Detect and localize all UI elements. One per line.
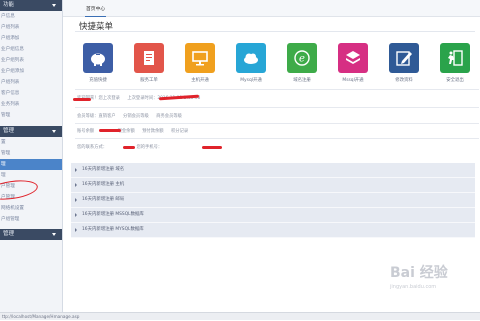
sidebar: 功能 户信息 户组列表 户组添加 业户组信息 业户组列表 业户组添加 户组列表 客户信息 业务列… (0, 0, 63, 312)
sidebar-item[interactable]: 业务列表 (0, 99, 62, 110)
sidebar-item[interactable]: 户信息 (0, 11, 62, 22)
exit-icon[interactable] (440, 43, 470, 73)
sidebar-section-header[interactable]: 管理 (0, 229, 62, 240)
sidebar-item[interactable]: 户组列表 (0, 77, 62, 88)
reseller-level[interactable]: 分销会员等级 (123, 114, 149, 119)
document-icon[interactable] (134, 43, 164, 73)
status-bar: ttp://localhost/Manage/Hmanage.asp (0, 312, 480, 320)
baidu-jingyan-watermark: Bai 经验 jingyan.baidu.com (390, 262, 472, 302)
sidebar-item[interactable]: 管理 (0, 110, 62, 121)
e-letter-icon[interactable]: e (287, 43, 317, 73)
cloud-icon[interactable] (236, 43, 266, 73)
notice-row[interactable]: 16天内新增注册 MYSQL数据库 (71, 223, 475, 238)
sidebar-item[interactable]: 业户组列表 (0, 55, 62, 66)
watermark-url: jingyan.baidu.com (390, 284, 437, 290)
quick-tile-label: 主机开通 (191, 78, 209, 83)
expand-arrow-icon[interactable] (75, 213, 77, 217)
sidebar-item[interactable]: 理 (0, 159, 62, 170)
quick-tile-label: 域名注册 (293, 78, 311, 83)
red-scribble (99, 129, 121, 132)
red-scribble (73, 98, 91, 101)
chevron-down-icon[interactable] (52, 130, 56, 133)
notice-title: 16天内新增注册 MSSQL数据库 (82, 212, 144, 217)
sidebar-item[interactable]: 户组添加 (0, 33, 62, 44)
expand-arrow-icon[interactable] (75, 183, 77, 187)
expand-arrow-icon[interactable] (75, 228, 77, 232)
layers-icon[interactable] (338, 43, 368, 73)
notice-title: 16天内新增注册 域名 (82, 167, 125, 172)
quick-tile-label: Mysql开通 (240, 78, 262, 83)
red-scribble (202, 146, 222, 149)
sidebar-item[interactable]: 户组管理 (0, 214, 62, 225)
sidebar-item[interactable]: 户组列表 (0, 22, 62, 33)
quick-tile-label: 充值快捷 (89, 78, 107, 83)
notice-title: 16天内新增注册 主机 (82, 182, 125, 187)
phone-label: 您的手机号： (136, 145, 163, 150)
svg-text:e: e (299, 54, 305, 65)
quick-tile[interactable]: 主机开通 (179, 43, 221, 83)
chevron-down-icon[interactable] (52, 4, 56, 7)
notice-row[interactable]: 16天内新增注册 MSSQL数据库 (71, 208, 475, 223)
sidebar-section-header[interactable]: 管理 (0, 126, 62, 137)
sidebar-section-header[interactable]: 功能 (0, 0, 62, 11)
notice-title: 16天内新增注册 MYSQL数据库 (82, 227, 144, 232)
quick-tile[interactable]: 服务工单 (128, 43, 170, 83)
info-line-balance: 账号余额 现金余额 预付款余额 积分记录 (77, 128, 194, 134)
sidebar-item[interactable]: 理 (0, 170, 62, 181)
tab-home[interactable]: 首页中心 (85, 4, 107, 17)
quick-tile[interactable]: Mssql开通 (332, 43, 374, 83)
quick-tile[interactable]: Mysql开通 (230, 43, 272, 83)
quick-tile[interactable]: 修改资料 (383, 43, 425, 83)
quick-tile[interactable]: 充值快捷 (77, 43, 119, 83)
divider (75, 138, 479, 139)
expand-arrow-icon[interactable] (75, 168, 77, 172)
business-level[interactable]: 商务会员等级 (156, 114, 182, 119)
notice-row[interactable]: 16天内新增注册 域名 (71, 163, 475, 178)
sidebar-section-title: 管理 (3, 128, 15, 134)
chevron-down-icon[interactable] (52, 233, 56, 236)
expand-arrow-icon[interactable] (75, 198, 77, 202)
watermark-brand: Bai 经验 (390, 265, 448, 281)
quick-tile-label: 服务工单 (140, 78, 158, 83)
points-record[interactable]: 积分记录 (171, 129, 188, 134)
divider (75, 107, 479, 108)
sidebar-item[interactable]: 管理 (0, 148, 62, 159)
prepaid-balance[interactable]: 预付款余额 (142, 129, 163, 134)
top-tab-bar: 首页中心 (63, 0, 480, 17)
divider (75, 89, 479, 90)
sidebar-item[interactable]: 置 (0, 137, 62, 148)
piggy-bank-icon[interactable] (83, 43, 113, 73)
sidebar-item[interactable]: 业户组添加 (0, 66, 62, 77)
divider (75, 123, 479, 124)
edit-icon[interactable] (389, 43, 419, 73)
sidebar-item[interactable]: 网络机设置 (0, 203, 62, 214)
member-level[interactable]: 会员等级：直销客户 (77, 114, 116, 119)
sidebar-section-title: 管理 (3, 231, 15, 237)
red-scribble (123, 146, 135, 149)
status-url: ttp://localhost/Manage/Hmanage.asp (2, 314, 80, 319)
account-balance: 账号余额 (77, 129, 95, 134)
notice-row[interactable]: 16天内新增注册 主机 (71, 178, 475, 193)
quick-tile-label: Mssql开通 (342, 78, 364, 83)
notice-row[interactable]: 16天内新增注册 邮局 (71, 193, 475, 208)
quick-tile[interactable]: e 域名注册 (281, 43, 323, 83)
notice-title: 16天内新增注册 邮局 (82, 197, 125, 202)
quick-tile-label: 安全退出 (446, 78, 464, 83)
monitor-icon[interactable] (185, 43, 215, 73)
sidebar-item[interactable]: 业户组信息 (0, 44, 62, 55)
title-divider (75, 31, 475, 32)
sidebar-item[interactable]: 客户信息 (0, 88, 62, 99)
quick-tile-label: 修改资料 (395, 78, 413, 83)
contact-label: 您的联系方式： (77, 145, 108, 150)
sidebar-section-title: 功能 (3, 2, 15, 8)
quick-tile[interactable]: 安全退出 (434, 43, 476, 83)
info-line-level: 会员等级：直销客户 分销会员等级 商务会员等级 (77, 113, 188, 119)
